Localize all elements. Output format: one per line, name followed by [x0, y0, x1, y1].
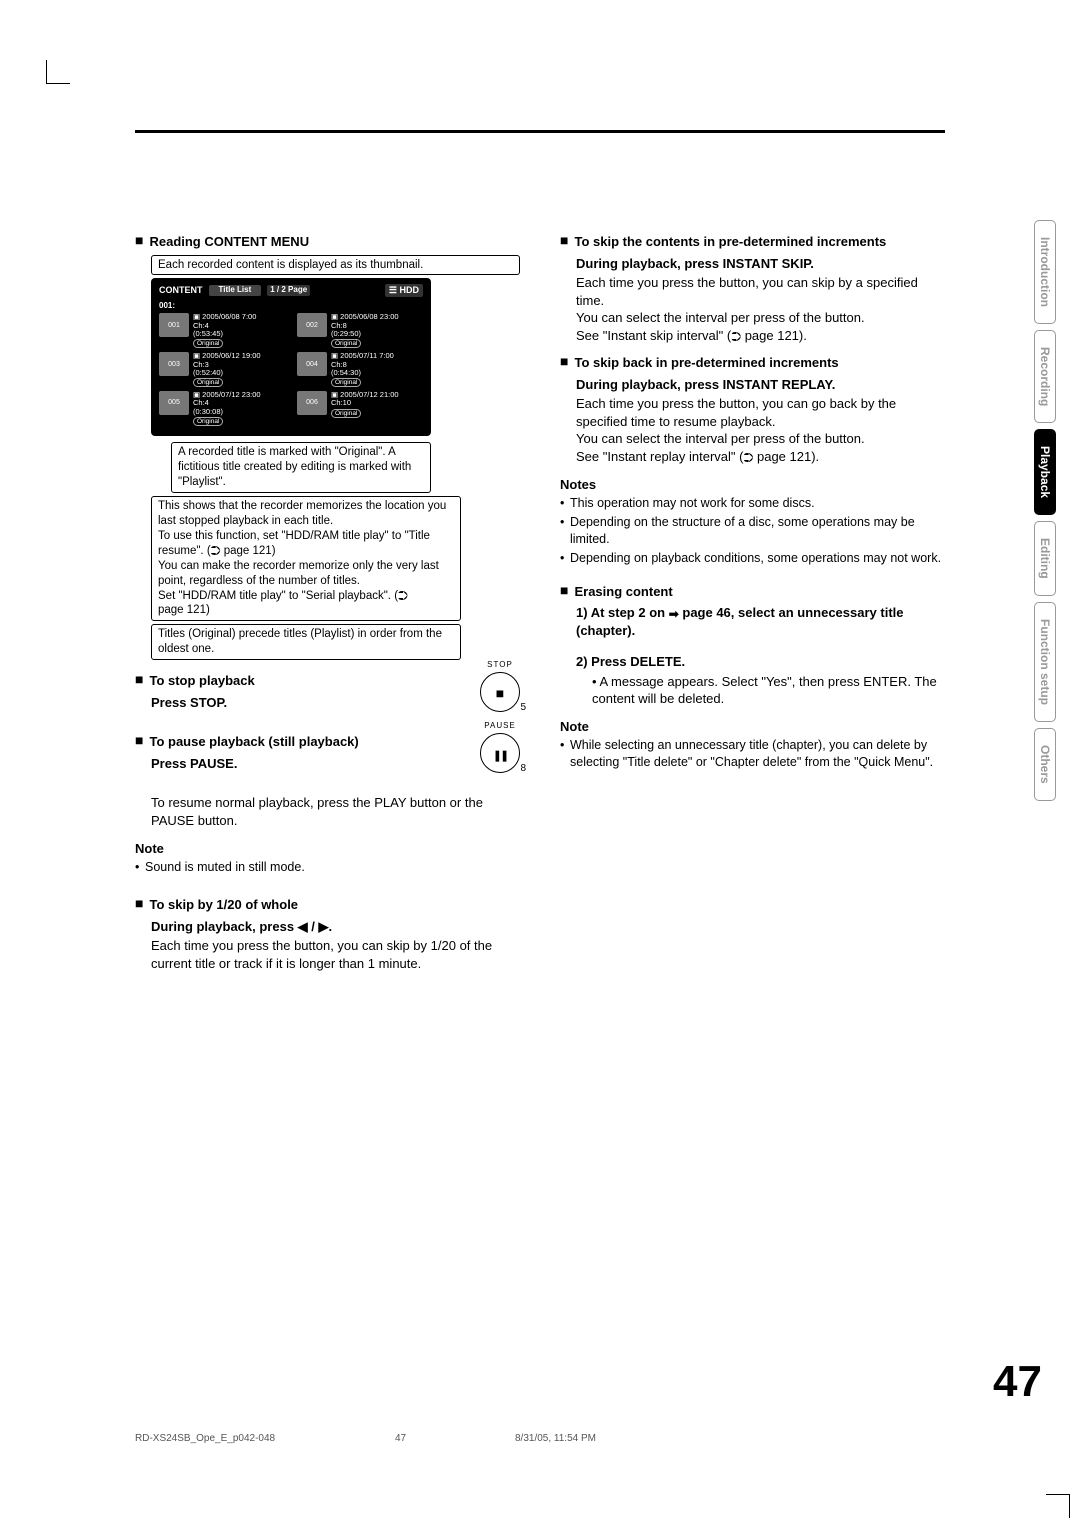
- pause-button: [480, 733, 520, 773]
- content-menu-logo: CONTENT: [159, 284, 203, 296]
- content-menu-page-indicator: 1 / 2 Page: [267, 285, 310, 296]
- heading-pause-playback: To pause playback (still playback): [149, 733, 358, 751]
- content-menu-titlelist-tab: Title List: [209, 285, 262, 296]
- erase-step-2-body: • A message appears. Select "Yes", then …: [592, 673, 945, 708]
- pause-button-label: PAUSE: [484, 721, 516, 732]
- thumbnail-icon: 006: [297, 391, 327, 415]
- heading-skip-forward: To skip the contents in pre-determined i…: [574, 233, 886, 251]
- note-heading: Note: [560, 718, 945, 736]
- erase-step-2: 2) Press DELETE.: [576, 653, 945, 671]
- skip-back-body: Each time you press the button, you can …: [576, 395, 945, 465]
- pause-resume-text: To resume normal playback, press the PLA…: [151, 794, 520, 829]
- right-column: ■ To skip the contents in pre-determined …: [560, 233, 945, 982]
- instruction-instant-skip: During playback, press INSTANT SKIP.: [576, 255, 945, 273]
- heading-skip-1-20: To skip by 1/20 of whole: [149, 896, 298, 914]
- content-menu-item: 001▣ 2005/06/08 7:00Ch:4(0:53:45)Origina…: [159, 313, 285, 348]
- tab-editing: Editing: [1034, 521, 1056, 596]
- pause-icon: [493, 740, 507, 767]
- callout-original-playlist: A recorded title is marked with "Origina…: [171, 442, 431, 493]
- pause-button-number: 8: [520, 762, 526, 776]
- thumbnail-icon: 003: [159, 352, 189, 376]
- crop-bottom: [1046, 1494, 1070, 1518]
- callout-resume: This shows that the recorder memorizes t…: [151, 496, 461, 622]
- tab-function-setup: Function setup: [1034, 602, 1056, 722]
- square-bullet-icon: ■: [560, 354, 568, 372]
- square-bullet-icon: ■: [135, 233, 143, 251]
- thumbnail-icon: 001: [159, 313, 189, 337]
- stop-button-number: 5: [520, 701, 526, 715]
- note-item: Depending on playback conditions, some o…: [560, 550, 945, 567]
- page-ref-arrow-solid-icon: [669, 608, 679, 620]
- thumbnail-icon: 004: [297, 352, 327, 376]
- tab-introduction: Introduction: [1034, 220, 1056, 324]
- callout-order: Titles (Original) precede titles (Playli…: [151, 624, 461, 660]
- tab-recording: Recording: [1034, 330, 1056, 423]
- heading-skip-back: To skip back in pre-determined increment…: [574, 354, 838, 372]
- page-number: 47: [993, 1352, 1042, 1411]
- page-ref-arrow-icon: [398, 589, 408, 602]
- note-item: While selecting an unnecessary title (ch…: [560, 737, 945, 771]
- header-rule: [135, 130, 945, 133]
- skip-1-20-body: Each time you press the button, you can …: [151, 937, 520, 972]
- print-footer: RD-XS24SB_Ope_E_p042-048 47 8/31/05, 11:…: [135, 1432, 945, 1446]
- page-ref-arrow-icon: [743, 451, 753, 464]
- square-bullet-icon: ■: [135, 672, 143, 690]
- erase-step-1: 1) At step 2 on page 46, select an unnec…: [576, 604, 945, 639]
- footer-timestamp: 8/31/05, 11:54 PM: [515, 1432, 945, 1446]
- square-bullet-icon: ■: [135, 896, 143, 914]
- footer-page: 47: [395, 1432, 515, 1446]
- square-bullet-icon: ■: [560, 233, 568, 251]
- content-menu-item: 002▣ 2005/06/08 23:00Ch:8(0:29:50)Origin…: [297, 313, 423, 348]
- stop-button-label: STOP: [487, 660, 513, 671]
- note-item: Depending on the structure of a disc, so…: [560, 514, 945, 548]
- stop-button: [480, 672, 520, 712]
- thumbnail-icon: 002: [297, 313, 327, 337]
- skip-forward-body: Each time you press the button, you can …: [576, 274, 945, 344]
- section-tabs: Introduction Recording Playback Editing …: [1034, 220, 1056, 801]
- page-ref-arrow-icon: [211, 544, 221, 557]
- tab-others: Others: [1034, 728, 1056, 801]
- square-bullet-icon: ■: [560, 583, 568, 601]
- heading-reading-content-menu: Reading CONTENT MENU: [149, 233, 309, 251]
- instruction-instant-replay: During playback, press INSTANT REPLAY.: [576, 376, 945, 394]
- content-menu-storage-indicator: ☰ HDD: [385, 284, 423, 296]
- page-body: ■ Reading CONTENT MENU Each recorded cont…: [135, 130, 945, 982]
- square-bullet-icon: ■: [135, 733, 143, 751]
- notes-heading: Notes: [560, 476, 945, 494]
- callout-thumbnail: Each recorded content is displayed as it…: [151, 255, 520, 276]
- content-menu-item: 003▣ 2005/06/12 19:00Ch:3(0:52:40)Origin…: [159, 352, 285, 387]
- heading-erasing-content: Erasing content: [574, 583, 672, 601]
- heading-stop-playback: To stop playback: [149, 672, 254, 690]
- content-menu-item: 005▣ 2005/07/12 23:00Ch:4(0:30:08)Origin…: [159, 391, 285, 426]
- note-item: Sound is muted in still mode.: [135, 859, 520, 876]
- footer-doc-id: RD-XS24SB_Ope_E_p042-048: [135, 1432, 395, 1446]
- instruction-skip-lr: During playback, press ◀ / ▶.: [151, 918, 520, 936]
- note-heading: Note: [135, 840, 520, 858]
- content-menu-row001: 001:: [159, 301, 423, 312]
- page-ref-arrow-icon: [731, 330, 741, 343]
- content-menu-grid: 001▣ 2005/06/08 7:00Ch:4(0:53:45)Origina…: [159, 313, 423, 426]
- content-menu-item: 006▣ 2005/07/12 21:00Ch:10Original: [297, 391, 423, 426]
- note-item: This operation may not work for some dis…: [560, 495, 945, 512]
- instruction-press-pause: Press PAUSE.: [151, 755, 462, 773]
- crop-top: [46, 60, 70, 84]
- instruction-press-stop: Press STOP.: [151, 694, 462, 712]
- content-menu-item: 004▣ 2005/07/11 7:00Ch:8(0:54:30)Origina…: [297, 352, 423, 387]
- content-menu-screen: CONTENT Title List 1 / 2 Page ☰ HDD 001:…: [151, 278, 431, 436]
- tab-playback: Playback: [1034, 429, 1056, 515]
- left-column: ■ Reading CONTENT MENU Each recorded cont…: [135, 233, 520, 982]
- stop-icon: [496, 679, 504, 706]
- thumbnail-icon: 005: [159, 391, 189, 415]
